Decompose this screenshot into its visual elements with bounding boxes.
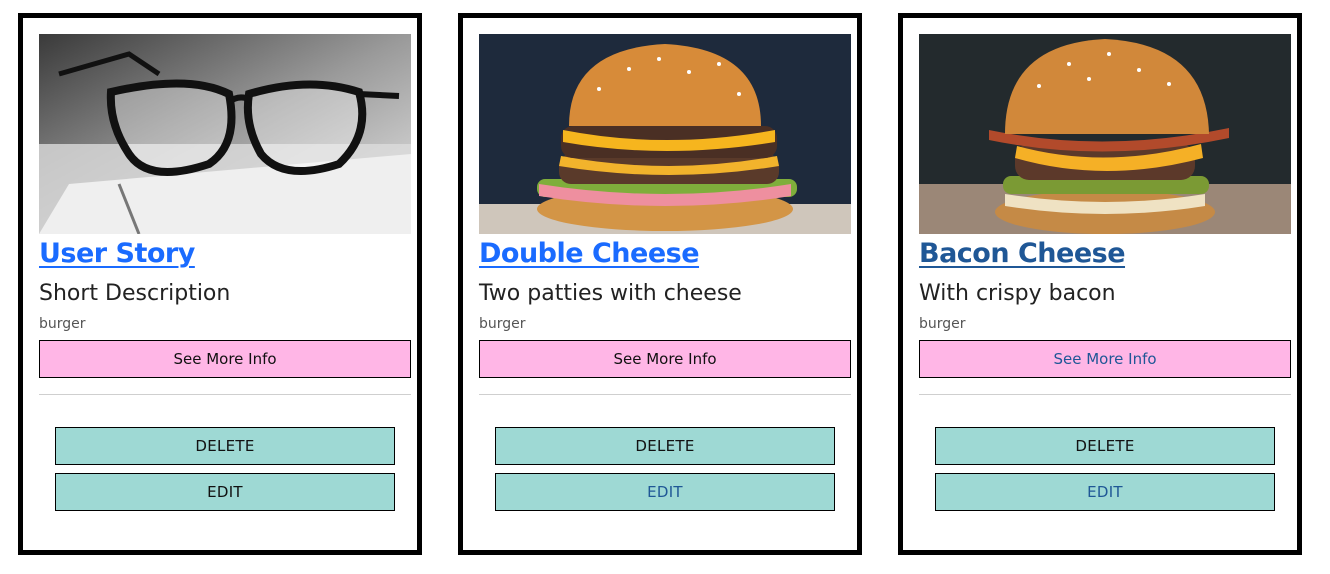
see-more-info-button[interactable]: See More Info	[479, 340, 851, 378]
card-title-link[interactable]: Double Cheese	[479, 234, 700, 274]
card-category: burger	[919, 316, 966, 332]
card-description: Short Description	[39, 281, 231, 306]
card-title-link[interactable]: Bacon Cheese	[919, 234, 1126, 274]
divider	[919, 394, 1291, 395]
burger-image	[479, 34, 851, 234]
glasses-image	[39, 34, 411, 234]
card-image	[919, 34, 1291, 234]
delete-button[interactable]: DELETE	[55, 427, 395, 465]
product-card: Bacon Cheese With crispy bacon burger Se…	[898, 13, 1302, 555]
edit-button[interactable]: EDIT	[495, 473, 835, 511]
edit-button[interactable]: EDIT	[935, 473, 1275, 511]
see-more-info-button[interactable]: See More Info	[39, 340, 411, 378]
card-image	[479, 34, 851, 234]
divider	[479, 394, 851, 395]
card-image	[39, 34, 411, 234]
product-card: Double Cheese Two patties with cheese bu…	[458, 13, 862, 555]
delete-button[interactable]: DELETE	[495, 427, 835, 465]
card-list: User Story Short Description burger See …	[0, 0, 1330, 574]
card-title-link[interactable]: User Story	[39, 234, 195, 274]
product-card: User Story Short Description burger See …	[18, 13, 422, 555]
burger-image	[919, 34, 1291, 234]
edit-button[interactable]: EDIT	[55, 473, 395, 511]
card-category: burger	[39, 316, 86, 332]
delete-button[interactable]: DELETE	[935, 427, 1275, 465]
card-category: burger	[479, 316, 526, 332]
divider	[39, 394, 411, 395]
see-more-info-button[interactable]: See More Info	[919, 340, 1291, 378]
card-description: With crispy bacon	[919, 281, 1116, 306]
card-description: Two patties with cheese	[479, 281, 742, 306]
